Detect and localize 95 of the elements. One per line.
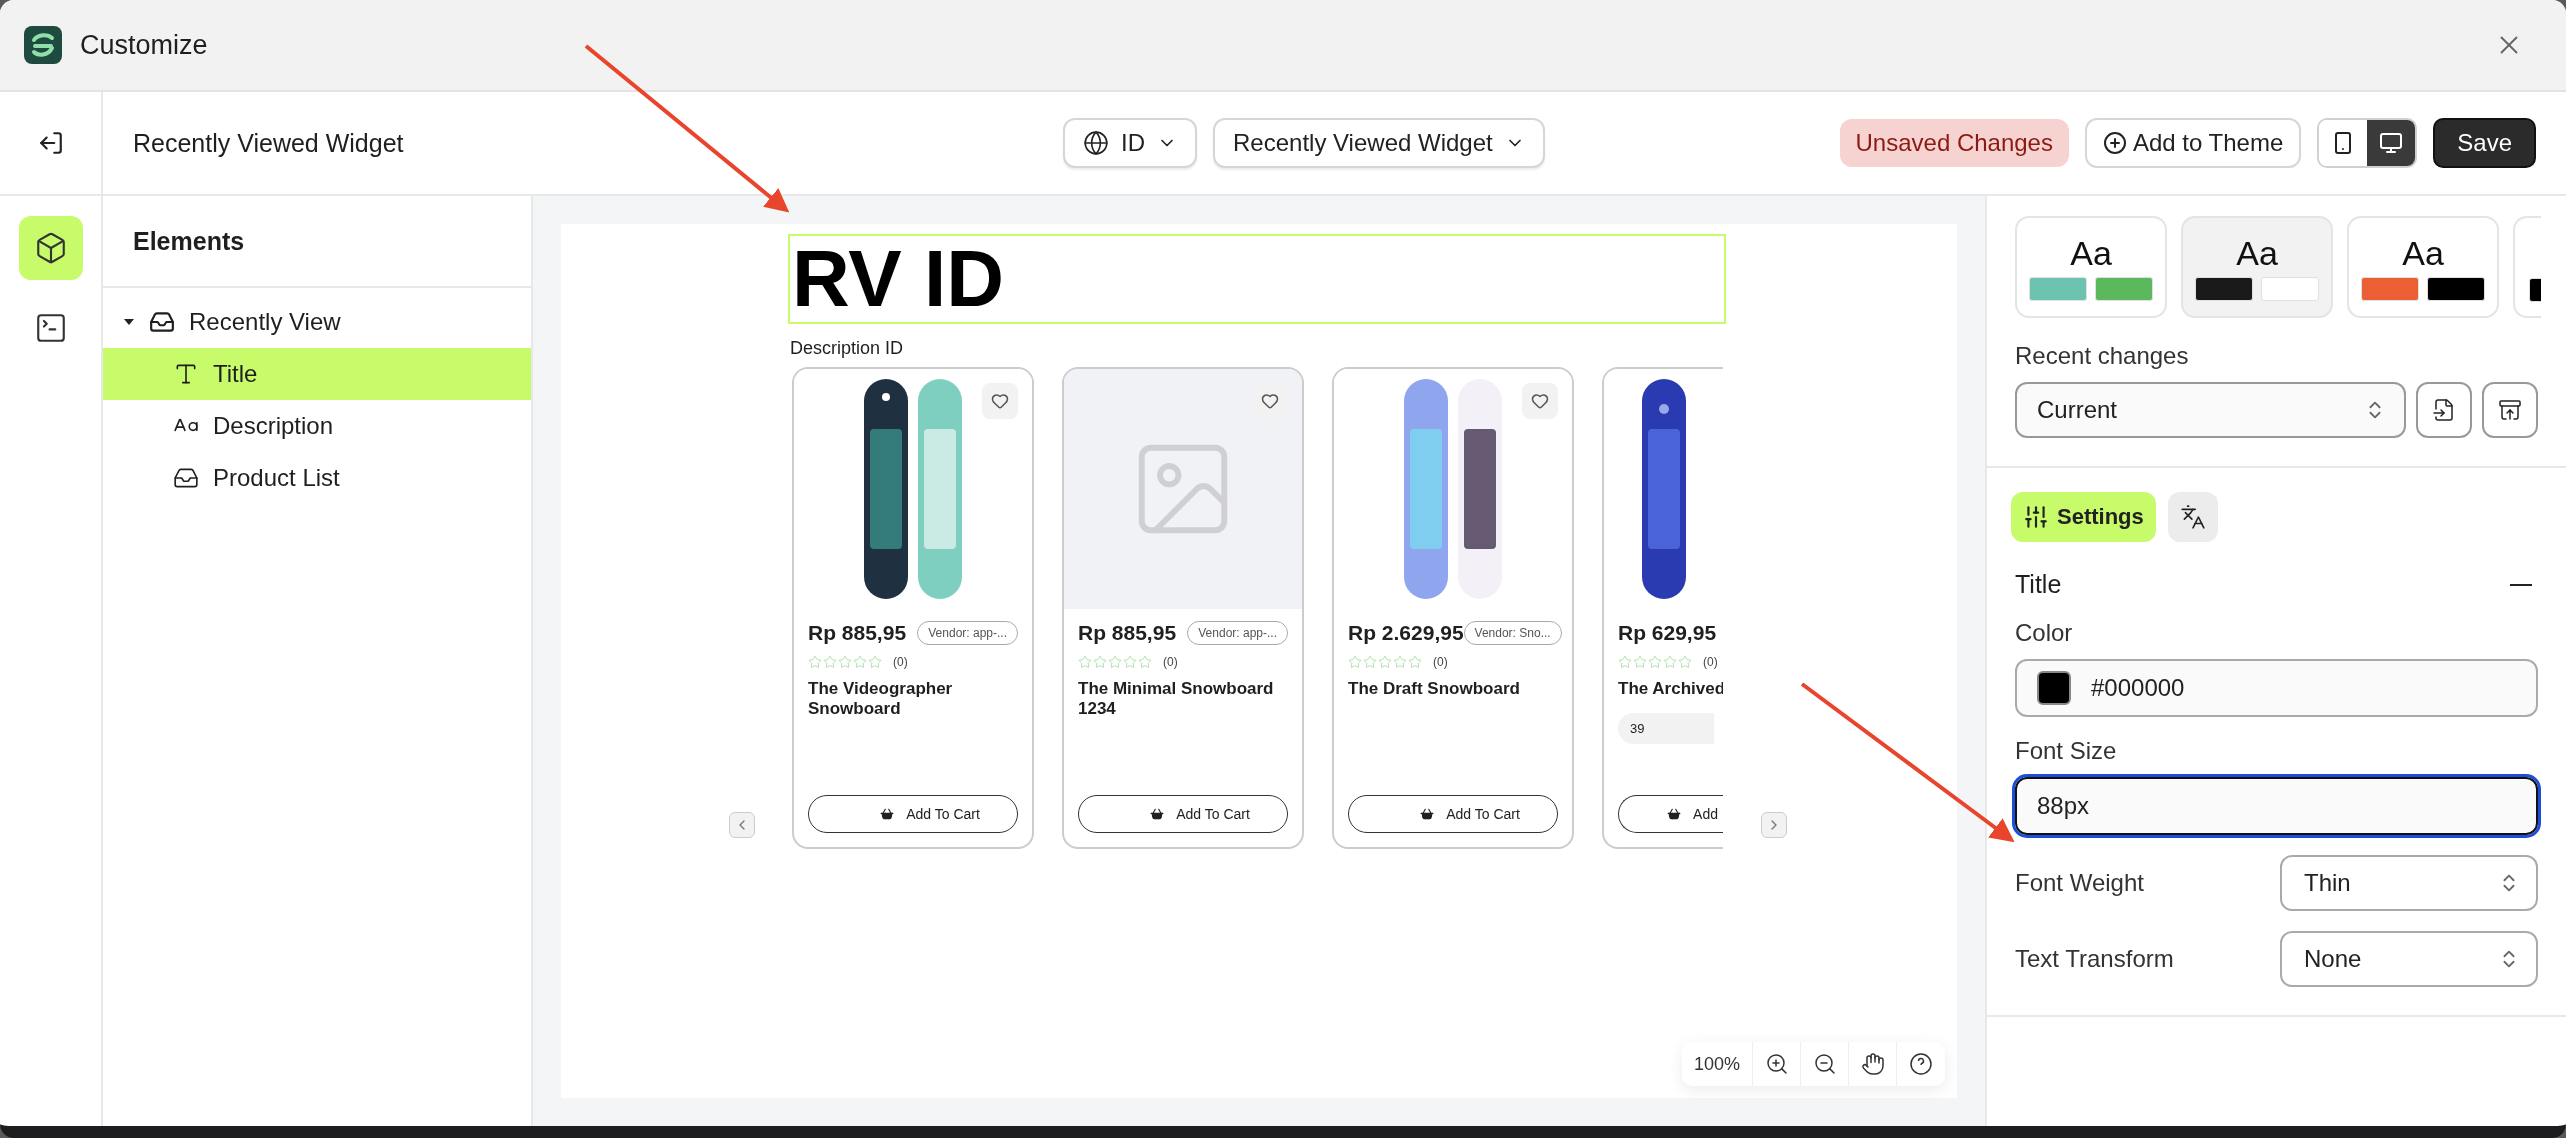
hand-icon xyxy=(1860,1052,1885,1076)
heart-button[interactable] xyxy=(982,383,1018,419)
export-button[interactable] xyxy=(2482,382,2538,438)
window-title: Customize xyxy=(80,29,208,61)
zoom-level: 100% xyxy=(1681,1042,1753,1086)
field-label: Color xyxy=(2015,619,2074,647)
theme-preset[interactable]: Aa xyxy=(2015,216,2167,318)
import-button[interactable] xyxy=(2416,382,2472,438)
translate-icon xyxy=(2179,504,2206,530)
product-price: Rp 2.629,95 xyxy=(1348,621,1464,645)
field-label: Font Size xyxy=(2015,737,2118,765)
monitor-icon xyxy=(2379,131,2404,155)
widget-description: Description ID xyxy=(790,338,904,359)
review-count: (0) xyxy=(1163,655,1178,669)
desktop-view-button[interactable] xyxy=(2367,120,2416,166)
product-price: Rp 629,95 xyxy=(1618,621,1717,645)
tree-item[interactable]: Title xyxy=(103,348,531,400)
file-import-icon xyxy=(2432,398,2456,422)
product-price: Rp 885,95 xyxy=(1078,621,1177,645)
heart-button[interactable] xyxy=(1522,383,1558,419)
field-label: Text Transform xyxy=(2015,945,2174,973)
review-count: (0) xyxy=(893,655,908,669)
product-tag: 39 xyxy=(1618,713,1715,744)
tree-item[interactable]: Description xyxy=(103,400,531,452)
star-icon xyxy=(1108,655,1122,669)
basket-icon xyxy=(1420,807,1435,821)
status-badge: Unsaved Changes xyxy=(1839,119,2069,167)
exit-icon xyxy=(37,130,64,156)
heart-icon xyxy=(991,392,1009,410)
section-title: Title xyxy=(2015,570,2062,599)
star-icon xyxy=(1078,655,1092,669)
field-label: Recent changes xyxy=(2015,342,2190,370)
star-icon xyxy=(1093,655,1107,669)
zoom-in-icon xyxy=(1764,1052,1789,1076)
add-to-cart-button[interactable]: Add To Cart xyxy=(1348,795,1558,833)
add-to-cart-button[interactable]: Add To Cart xyxy=(1078,795,1288,833)
review-count: (0) xyxy=(1703,655,1718,669)
star-icon xyxy=(1378,655,1392,669)
star-icon xyxy=(1393,655,1407,669)
app-logo xyxy=(24,26,62,64)
product-name: The Draft Snowboard xyxy=(1348,679,1521,699)
page-title: Recently Viewed Widget xyxy=(133,128,404,158)
star-icon xyxy=(1363,655,1377,669)
elements-tab[interactable] xyxy=(18,216,83,280)
star-icon xyxy=(1618,655,1632,669)
save-button[interactable]: Save xyxy=(2433,118,2536,168)
star-icon xyxy=(1648,655,1662,669)
star-icon xyxy=(1408,655,1422,669)
tree-item[interactable]: Recently View xyxy=(103,296,531,348)
star-icon xyxy=(1138,655,1152,669)
star-icon xyxy=(823,655,837,669)
add-to-cart-button[interactable]: Add xyxy=(1618,795,1723,833)
star-icon xyxy=(853,655,867,669)
basket-icon xyxy=(1150,807,1165,821)
tree-item[interactable]: Product List xyxy=(103,452,531,504)
zoom-out-icon xyxy=(1812,1052,1837,1076)
star-icon xyxy=(1678,655,1692,669)
upload-box-icon xyxy=(2498,398,2522,422)
minus-icon xyxy=(2510,583,2532,586)
font-size-field[interactable]: 88px xyxy=(2015,777,2538,835)
star-icon xyxy=(868,655,882,669)
panel-title: Elements xyxy=(103,196,531,288)
star-icon xyxy=(1123,655,1137,669)
settings-tab[interactable]: Settings xyxy=(2011,492,2156,542)
language-dropdown[interactable]: ID xyxy=(1063,118,1197,168)
heart-icon xyxy=(1531,392,1549,410)
color-field[interactable]: #000000 xyxy=(2015,659,2538,717)
product-name: The Videographer Snowboard xyxy=(808,679,954,719)
font-weight-select[interactable]: Thin xyxy=(2280,855,2538,911)
theme-preset[interactable]: Aa xyxy=(2347,216,2499,318)
star-icon xyxy=(838,655,852,669)
heart-icon xyxy=(1261,392,1279,410)
template-dropdown[interactable]: Recently Viewed Widget xyxy=(1213,118,1545,168)
review-count: (0) xyxy=(1433,655,1448,669)
tray-icon xyxy=(149,309,175,335)
add-to-cart-button[interactable]: Add To Cart xyxy=(808,795,1018,833)
star-icon xyxy=(808,655,822,669)
widget-title: RV ID xyxy=(788,234,1726,324)
text-transform-select[interactable]: None xyxy=(2280,931,2538,987)
recent-changes-select[interactable]: Current xyxy=(2015,382,2406,438)
sliders-icon xyxy=(2023,504,2049,530)
field-label: Font Weight xyxy=(2015,869,2144,897)
star-icon xyxy=(1663,655,1677,669)
translate-tab[interactable] xyxy=(2167,492,2218,542)
product-price: Rp 885,95 xyxy=(808,621,907,645)
add-to-theme-button[interactable]: Add to Theme xyxy=(2084,118,2302,168)
help-icon xyxy=(1909,1052,1933,1076)
star-icon xyxy=(1633,655,1647,669)
basket-icon xyxy=(1667,807,1682,821)
globe-icon xyxy=(1083,130,1109,156)
basket-icon xyxy=(880,807,895,821)
plus-circle-icon xyxy=(2102,131,2127,155)
product-name: The Minimal Snowboard 1234 xyxy=(1078,679,1275,719)
theme-preset[interactable]: Aa xyxy=(2181,216,2333,318)
star-icon xyxy=(1348,655,1362,669)
